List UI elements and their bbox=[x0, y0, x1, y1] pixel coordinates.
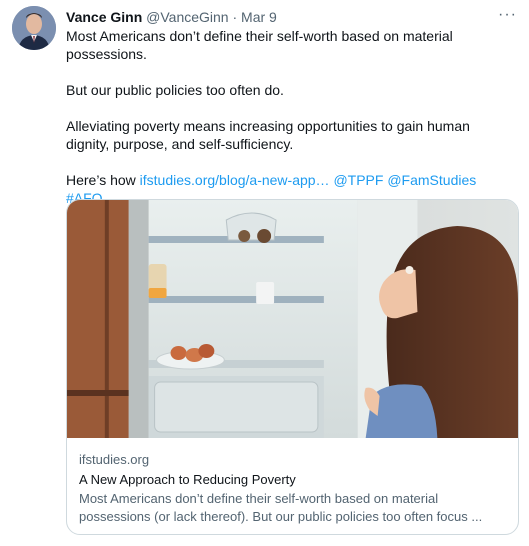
article-link[interactable]: ifstudies.org/blog/a-new-app… bbox=[140, 172, 330, 188]
separator-dot: · bbox=[232, 9, 238, 25]
card-meta: ifstudies.org A New Approach to Reducing… bbox=[79, 451, 506, 526]
tweet[interactable]: Vance Ginn @VanceGinn · Mar 9 ··· Most A… bbox=[0, 0, 529, 546]
tweet-date[interactable]: Mar 9 bbox=[241, 9, 277, 25]
author-name[interactable]: Vance Ginn bbox=[66, 9, 142, 25]
mention-famstudies[interactable]: @FamStudies bbox=[387, 172, 476, 188]
tweet-line: Most Americans don’t define their self-w… bbox=[66, 28, 453, 62]
more-options-icon[interactable]: ··· bbox=[498, 6, 517, 24]
tweet-line: But our public policies too often do. bbox=[66, 82, 284, 98]
tweet-text: Most Americans don’t define their self-w… bbox=[66, 27, 516, 207]
card-image bbox=[67, 200, 518, 438]
tweet-line: Alleviating poverty means increasing opp… bbox=[66, 118, 470, 152]
here-prefix: Here’s how bbox=[66, 172, 140, 188]
card-title: A New Approach to Reducing Poverty bbox=[79, 472, 296, 487]
avatar[interactable] bbox=[12, 6, 56, 50]
mention-tppf[interactable]: @TPPF bbox=[333, 172, 383, 188]
tweet-header: Vance Ginn @VanceGinn · Mar 9 ··· bbox=[66, 6, 517, 28]
author-handle[interactable]: @VanceGinn bbox=[146, 9, 228, 25]
avatar-image bbox=[12, 6, 56, 50]
link-preview-card[interactable]: ifstudies.org A New Approach to Reducing… bbox=[66, 199, 519, 535]
card-description: Most Americans don’t define their self-w… bbox=[79, 491, 483, 524]
card-domain: ifstudies.org bbox=[79, 452, 150, 467]
